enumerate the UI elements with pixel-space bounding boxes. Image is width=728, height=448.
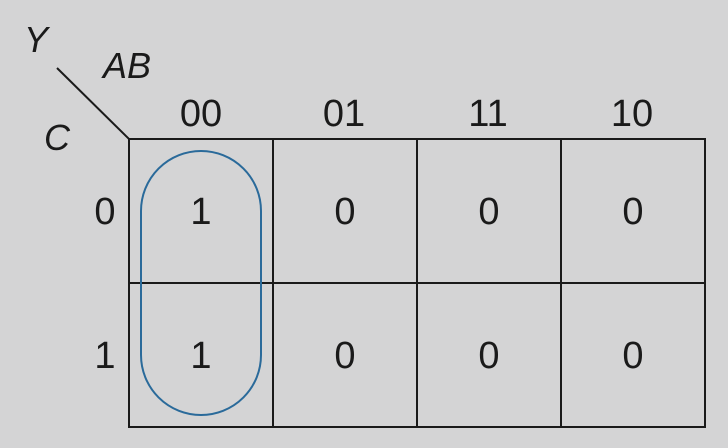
cell-c1-ab10: 0	[622, 335, 643, 377]
kmap-grid	[128, 138, 706, 428]
column-header-11: 11	[468, 93, 507, 135]
cell-c1-ab00: 1	[190, 335, 211, 377]
row-header-0: 0	[94, 191, 115, 233]
cell-c0-ab01: 0	[334, 191, 355, 233]
column-header-10: 10	[611, 93, 653, 135]
column-header-00: 00	[180, 93, 222, 135]
karnaugh-map: Y AB C 00 01 11 10 0 1 1 0 0 0 1 0 0 0	[24, 19, 706, 428]
cell-c0-ab00: 1	[190, 191, 211, 233]
cell-c0-ab11: 0	[478, 191, 499, 233]
column-header-01: 01	[323, 93, 365, 135]
row-variable-label: C	[44, 117, 71, 158]
row-header-1: 1	[94, 335, 115, 377]
cell-c1-ab11: 0	[478, 335, 499, 377]
column-variables-label: AB	[101, 45, 151, 86]
output-variable-label: Y	[24, 19, 51, 60]
cell-c1-ab01: 0	[334, 335, 355, 377]
cell-c0-ab10: 0	[622, 191, 643, 233]
